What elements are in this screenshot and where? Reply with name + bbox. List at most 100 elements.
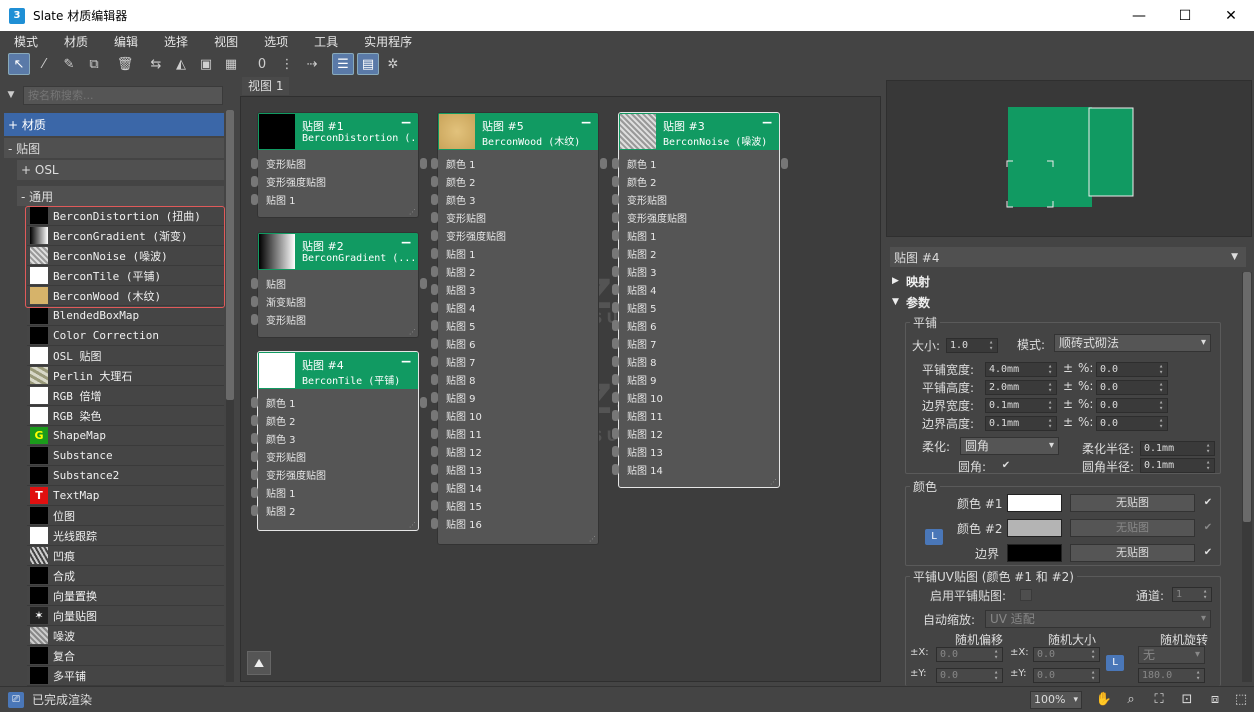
node-input-port[interactable]: 贴图 9 xyxy=(431,390,476,405)
node-input-port[interactable]: 贴图 xyxy=(251,276,286,291)
parameter-editor-icon[interactable]: ▤ xyxy=(357,53,379,75)
select-arrow-icon[interactable]: ↖ xyxy=(8,53,30,75)
node-input-port[interactable]: 贴图 14 xyxy=(612,462,663,477)
node-input-port[interactable]: 颜色 1 xyxy=(612,156,657,171)
menu-item-7[interactable]: 实用程序 xyxy=(350,33,424,50)
round-checkbox[interactable]: ✔ xyxy=(1000,460,1012,472)
color-swatch[interactable] xyxy=(1007,519,1062,537)
map-node-1[interactable]: 贴图 #1 BerconDistortion (... − ⋰ 变形贴图 变形强度贴图 贴图… xyxy=(251,112,427,218)
node-input-port[interactable]: 贴图 13 xyxy=(431,462,482,477)
select-by-material-icon[interactable]: ✲ xyxy=(382,53,404,75)
node-input-port[interactable]: 贴图 16 xyxy=(431,516,482,531)
tab-view-1[interactable]: 视图 1 xyxy=(242,77,290,95)
maximize-view-icon[interactable]: ⬚ xyxy=(1232,691,1250,709)
menu-item-3[interactable]: 选择 xyxy=(150,33,200,50)
node-input-port[interactable]: 颜色 2 xyxy=(612,174,657,189)
map-list-item[interactable]: 光线跟踪 xyxy=(27,526,224,546)
node-input-port[interactable]: 颜色 3 xyxy=(251,431,296,446)
node-output-port[interactable] xyxy=(420,158,427,169)
maximize-button[interactable]: ☐ xyxy=(1162,0,1208,31)
offset-x-spinner[interactable]: 0.0 xyxy=(936,647,1003,662)
navigator-panel[interactable] xyxy=(886,80,1252,237)
node-header[interactable]: 贴图 #3 BerconNoise (噪波) − xyxy=(619,113,779,150)
menu-item-4[interactable]: 视图 xyxy=(200,33,250,50)
map-enable-checkbox[interactable]: ✔ xyxy=(1202,522,1214,534)
tiling-variance-spinner[interactable]: 0.0 xyxy=(1096,398,1168,413)
no-map-button[interactable]: 无贴图 xyxy=(1070,494,1195,512)
node-input-port[interactable]: 变形贴图 xyxy=(251,312,306,327)
map-list-item[interactable]: 复合 xyxy=(27,646,224,666)
map-enable-checkbox[interactable]: ✔ xyxy=(1202,547,1214,559)
node-input-port[interactable]: 贴图 12 xyxy=(612,426,663,441)
node-input-port[interactable]: 贴图 9 xyxy=(612,372,657,387)
node-collapse-icon[interactable]: − xyxy=(400,115,412,131)
node-input-port[interactable]: 贴图 1 xyxy=(431,246,476,261)
node-input-port[interactable]: 贴图 4 xyxy=(431,300,476,315)
layout-all-icon[interactable]: ⋮ xyxy=(276,53,298,75)
pan-hand-icon[interactable]: ✋ xyxy=(1095,691,1113,709)
tiling-row-spinner[interactable]: 0.1mm xyxy=(985,416,1057,431)
material-id-icon[interactable]: 0 xyxy=(251,53,273,75)
node-input-port[interactable]: 颜色 2 xyxy=(431,174,476,189)
node-input-port[interactable]: 贴图 14 xyxy=(431,480,482,495)
node-input-port[interactable]: 变形贴图 xyxy=(251,449,306,464)
map-list-item[interactable]: BerconGradient (渐变) xyxy=(27,226,224,246)
color-swap-lock-icon[interactable]: L xyxy=(925,529,943,545)
node-input-port[interactable]: 变形贴图 xyxy=(251,156,306,171)
node-header[interactable]: 贴图 #2 BerconGradient (... − xyxy=(258,233,418,270)
pick-dropper-icon[interactable]: ⁄ xyxy=(33,53,55,75)
enable-tile-map-checkbox[interactable] xyxy=(1020,589,1032,601)
node-collapse-icon[interactable]: − xyxy=(400,235,412,251)
node-input-port[interactable]: 贴图 1 xyxy=(251,192,296,207)
node-input-port[interactable]: 颜色 1 xyxy=(431,156,476,171)
node-resize-handle[interactable]: ⋰ xyxy=(589,535,596,543)
node-input-port[interactable]: 贴图 12 xyxy=(431,444,482,459)
node-input-port[interactable]: 贴图 11 xyxy=(612,408,663,423)
color-swatch[interactable] xyxy=(1007,544,1062,562)
color-swatch[interactable] xyxy=(1007,494,1062,512)
node-input-port[interactable]: 贴图 2 xyxy=(431,264,476,279)
soften-radius-spinner[interactable]: 0.1mm xyxy=(1140,441,1215,456)
layout-children-icon[interactable]: ⇢ xyxy=(301,53,323,75)
material-map-browser-icon[interactable]: ☰ xyxy=(332,53,354,75)
node-input-port[interactable]: 贴图 5 xyxy=(431,318,476,333)
node-collapse-icon[interactable]: − xyxy=(400,354,412,370)
map-list-item[interactable]: BerconNoise (噪波) xyxy=(27,246,224,266)
category-maps[interactable]: - 贴图 xyxy=(4,138,224,158)
browser-options-chevron-icon[interactable]: ▼ xyxy=(3,90,19,100)
header-chevron-down-icon[interactable]: ▼ xyxy=(1231,252,1238,262)
node-input-port[interactable]: 颜色 1 xyxy=(251,395,296,410)
show-shaded-map-icon[interactable]: ▣ xyxy=(195,53,217,75)
browser-scroll-thumb[interactable] xyxy=(226,110,234,400)
delete-icon[interactable]: 🗑 xyxy=(114,53,136,75)
node-input-port[interactable]: 贴图 8 xyxy=(612,354,657,369)
node-input-port[interactable]: 变形贴图 xyxy=(431,210,486,225)
map-list-item[interactable]: BlendedBoxMap xyxy=(27,306,224,326)
map-list-item[interactable]: 多平铺 xyxy=(27,666,224,686)
rotate-dropdown[interactable]: 无 xyxy=(1138,646,1205,664)
autoscale-dropdown[interactable]: UV 适配 xyxy=(985,610,1211,628)
map-node-3[interactable]: 贴图 #4 BerconTile (平铺) − ⋰ 颜色 1 颜色 2 颜色 3 变形贴图 变形… xyxy=(251,351,427,531)
node-input-port[interactable]: 贴图 10 xyxy=(431,408,482,423)
map-list-item[interactable]: 向量置换 xyxy=(27,586,224,606)
round-radius-spinner[interactable]: 0.1mm xyxy=(1140,458,1215,473)
node-resize-handle[interactable]: ⋰ xyxy=(409,521,416,529)
node-input-port[interactable]: 贴图 15 xyxy=(431,498,482,513)
map-node-4[interactable]: 贴图 #5 BerconWood (木纹) − ⋰ 颜色 1 颜色 2 颜色 3 变形贴图 变形… xyxy=(431,112,607,545)
node-input-port[interactable]: 贴图 8 xyxy=(431,372,476,387)
node-output-port[interactable] xyxy=(420,278,427,289)
rotate-angle-spinner[interactable]: 180.0 xyxy=(1138,668,1205,683)
node-input-port[interactable]: 贴图 2 xyxy=(251,503,296,518)
node-output-port[interactable] xyxy=(420,397,427,408)
node-view[interactable]: IZ素材网 IZSUCAI.COM IZ素材网 IZSUCAI.COM 贴图 #… xyxy=(240,96,881,682)
mode-dropdown[interactable]: 顺砖式砌法 xyxy=(1054,334,1211,352)
tiling-variance-spinner[interactable]: 0.0 xyxy=(1096,362,1168,377)
node-input-port[interactable]: 颜色 2 xyxy=(251,413,296,428)
menu-item-5[interactable]: 选项 xyxy=(250,33,300,50)
parameter-scrollbar[interactable] xyxy=(1242,272,1252,682)
menu-item-6[interactable]: 工具 xyxy=(300,33,350,50)
map-list-item[interactable]: ✶ 向量贴图 xyxy=(27,606,224,626)
map-list-item[interactable]: Substance xyxy=(27,446,224,466)
hide-unused-slots-icon[interactable]: ◭ xyxy=(170,53,192,75)
channel-spinner[interactable]: 1 xyxy=(1172,587,1212,602)
